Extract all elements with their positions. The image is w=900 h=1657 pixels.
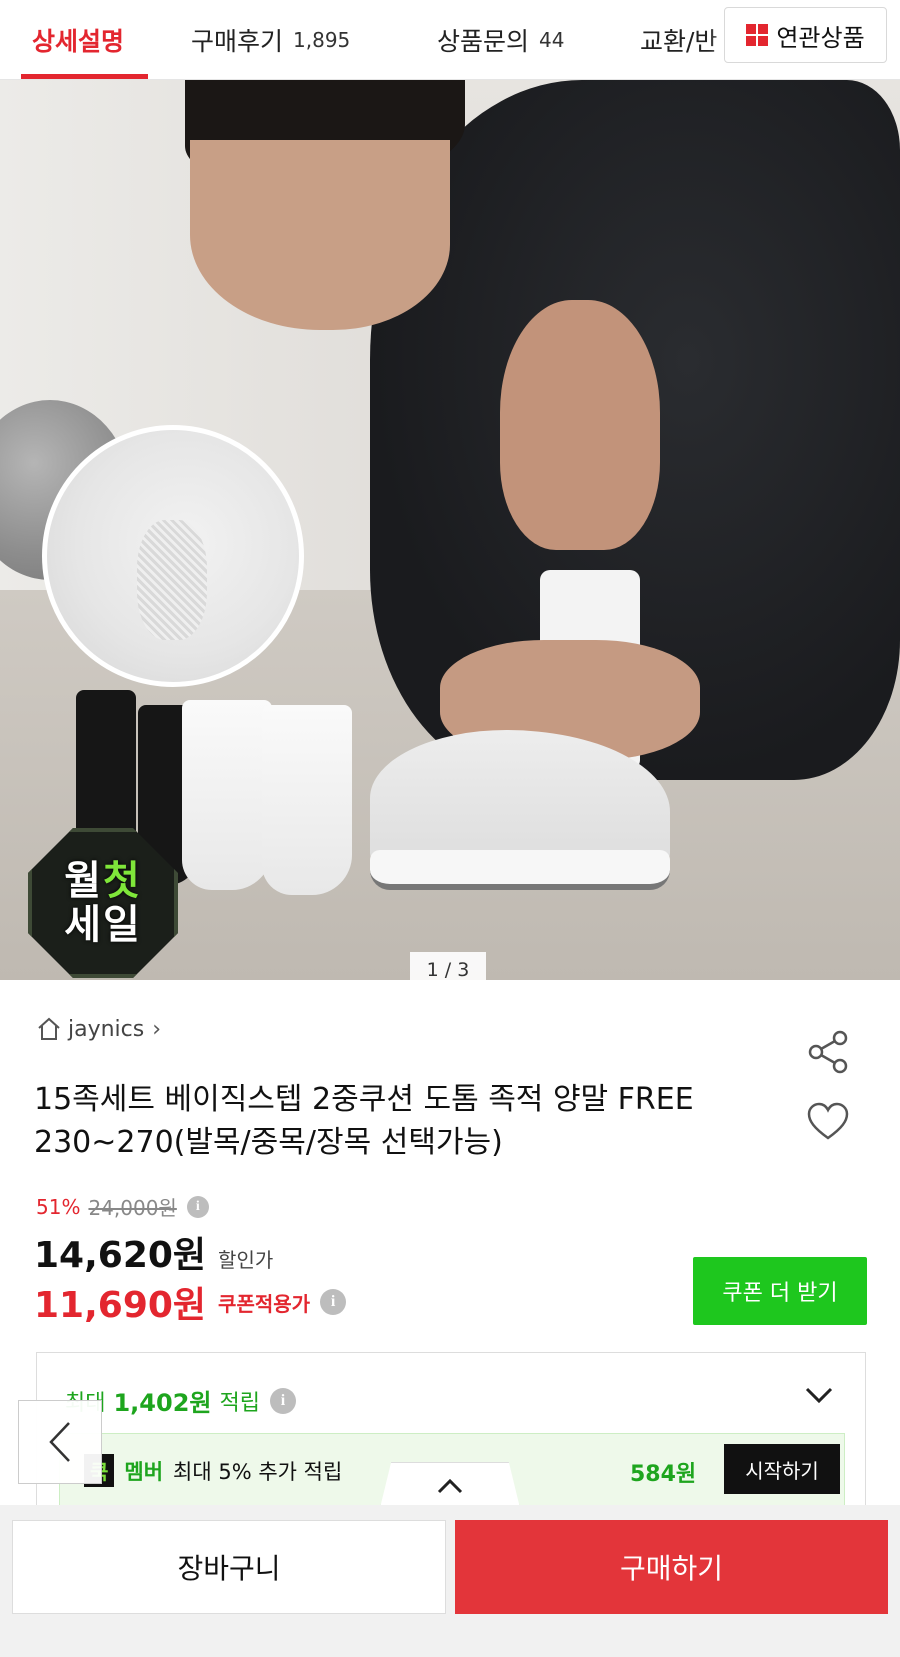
- points-amount: 1,402원: [113, 1389, 212, 1417]
- collapse-toggle[interactable]: [380, 1462, 520, 1508]
- tab-reviews[interactable]: 구매후기 1,895: [191, 0, 351, 79]
- image-pager: 1 / 3: [410, 952, 486, 980]
- product-image[interactable]: 월첫 세일 1 / 3: [0, 80, 900, 980]
- chevron-down-icon[interactable]: [799, 1375, 839, 1415]
- buy-now-button[interactable]: 구매하기: [455, 1520, 888, 1614]
- sale-price-row: 14,620원 할인가: [34, 1226, 273, 1278]
- bottom-action-bar: 장바구니 구매하기: [0, 1505, 900, 1657]
- grid-icon: [746, 24, 769, 46]
- badge-char: 월: [64, 858, 103, 904]
- chevron-up-icon: [437, 1478, 463, 1493]
- info-icon[interactable]: i: [186, 1195, 209, 1218]
- badge-line1: 월첫: [64, 859, 142, 903]
- white-sock-image: [182, 700, 272, 890]
- badge-accent-char: 첫: [103, 858, 142, 904]
- seller-link[interactable]: jaynics ›: [36, 1016, 161, 1042]
- tab-inquiries[interactable]: 상품문의 44: [437, 0, 565, 79]
- tab-detail[interactable]: 상세설명: [32, 0, 125, 79]
- info-icon[interactable]: i: [269, 1387, 296, 1414]
- tab-label: 구매후기: [191, 27, 284, 56]
- add-to-cart-button[interactable]: 장바구니: [12, 1520, 446, 1614]
- original-price-row: 51% 24,000원 i: [36, 1192, 209, 1221]
- sale-price-label: 할인가: [218, 1248, 274, 1272]
- membership-amount: 584원: [630, 1462, 697, 1487]
- badge-line2: 세일: [64, 902, 142, 948]
- active-tab-indicator: [21, 74, 148, 79]
- monthly-sale-badge: 월첫 세일: [28, 828, 178, 978]
- discount-percent: 51%: [36, 1194, 81, 1219]
- product-title: 15족세트 베이직스텝 2중쿠션 도톰 족적 양말 FREE 230~270(발…: [34, 1082, 694, 1160]
- tab-count: 44: [539, 28, 565, 52]
- coupon-price-label: 쿠폰적용가: [218, 1291, 311, 1316]
- tab-bar: 상세설명 구매후기 1,895 상품문의 44 교환/반 연관상품: [0, 0, 900, 80]
- tab-label: 교환/반: [640, 27, 718, 56]
- related-products-label: 연관상품: [776, 23, 865, 52]
- membership-row: 쿡 멤버 최대 5% 추가 적립: [84, 1454, 342, 1487]
- sneaker-sole: [370, 850, 670, 890]
- tab-label: 상세설명: [32, 27, 125, 56]
- start-membership-button[interactable]: 시작하기: [724, 1444, 840, 1494]
- membership-text: 최대 5% 추가 적립: [173, 1459, 343, 1484]
- zoom-detail-circle: [42, 425, 304, 687]
- points-suffix: 적립: [219, 1390, 260, 1416]
- tab-exchange[interactable]: 교환/반: [640, 0, 718, 79]
- related-products-button[interactable]: 연관상품: [724, 7, 887, 63]
- mesh-detail: [137, 520, 207, 640]
- chevron-left-icon: [49, 1422, 70, 1462]
- heart-icon[interactable]: [806, 1100, 850, 1144]
- membership-name: 멤버: [124, 1459, 164, 1484]
- info-icon[interactable]: i: [320, 1289, 347, 1315]
- sale-price: 14,620원: [34, 1235, 207, 1276]
- coupon-price-row: 11,690원 쿠폰적용가 i: [34, 1276, 347, 1328]
- coupon-price: 11,690원: [34, 1285, 207, 1326]
- model-face: [190, 140, 450, 330]
- model-leg: [500, 300, 660, 550]
- share-icon[interactable]: [806, 1028, 850, 1076]
- original-price: 24,000원: [88, 1196, 177, 1220]
- chevron-right-icon: ›: [152, 1016, 162, 1042]
- white-sock-image: [262, 705, 352, 895]
- tab-label: 상품문의: [437, 27, 530, 56]
- tab-count: 1,895: [293, 28, 351, 52]
- home-icon: [38, 1017, 60, 1040]
- seller-name: jaynics: [68, 1016, 145, 1042]
- back-button[interactable]: [18, 1400, 102, 1484]
- get-more-coupons-button[interactable]: 쿠폰 더 받기: [693, 1257, 867, 1325]
